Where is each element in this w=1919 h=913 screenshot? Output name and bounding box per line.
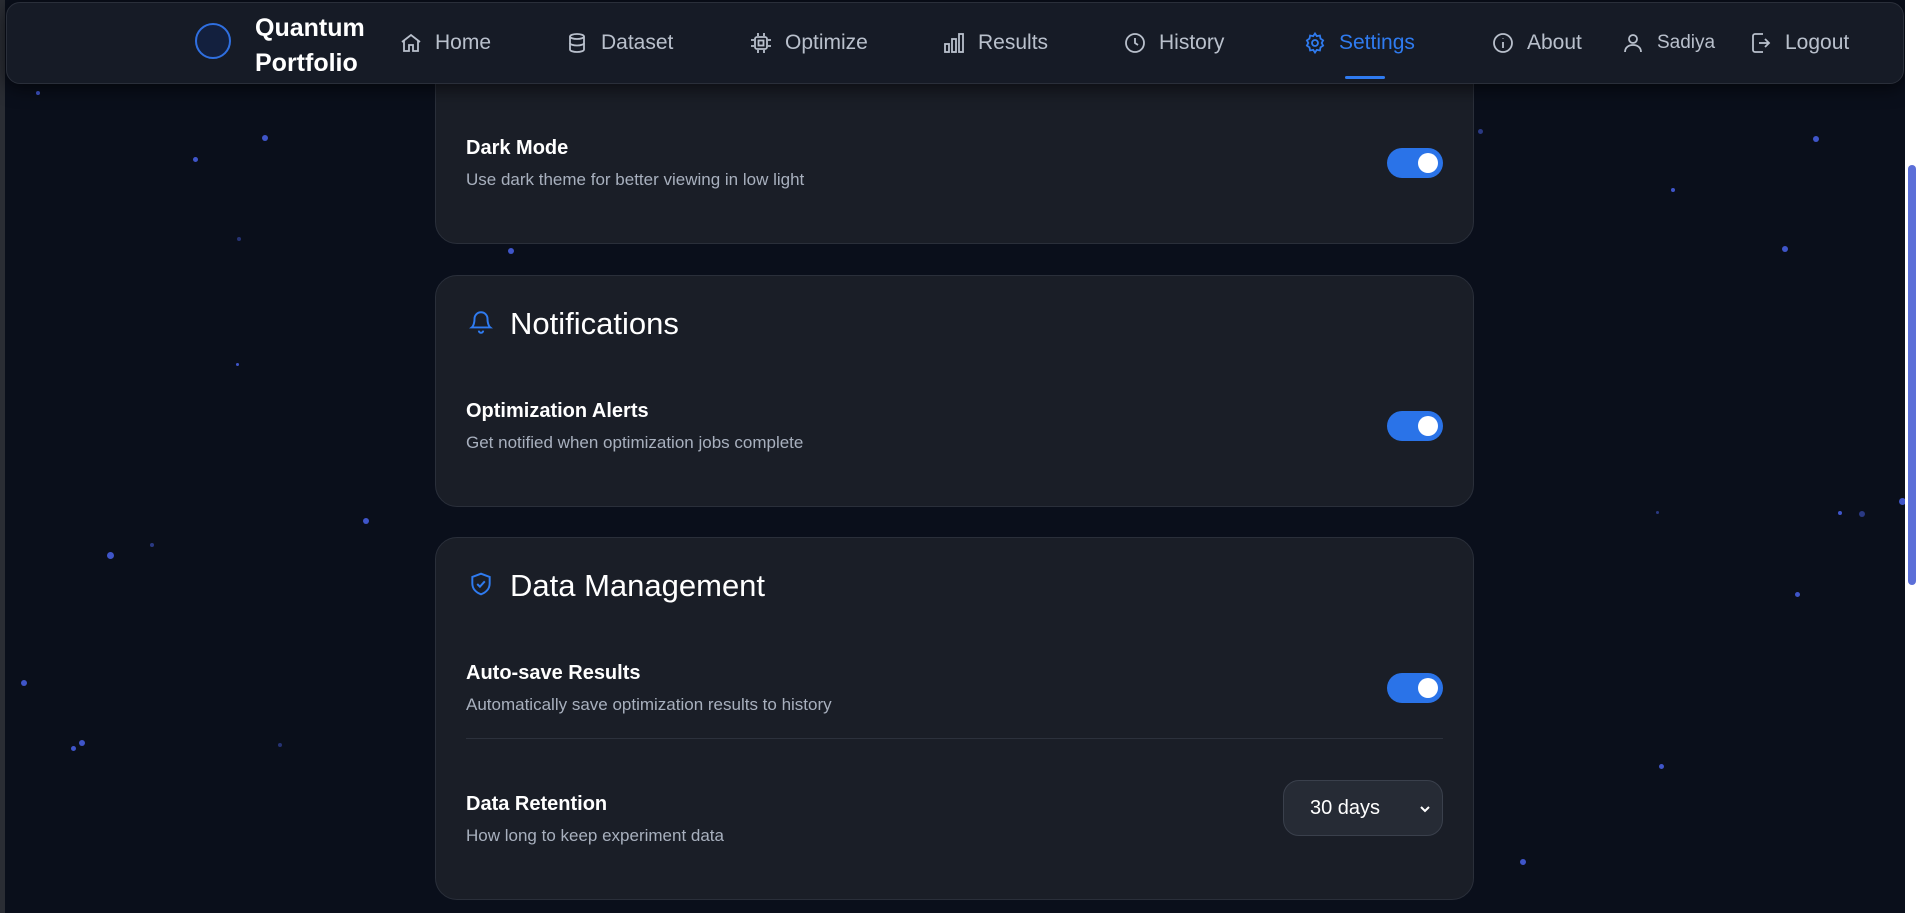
info-icon [1493,33,1513,53]
nav-logout-label: Logout [1785,31,1850,54]
nav-about[interactable]: About [1491,25,1582,61]
toggle-knob [1418,416,1438,436]
nav-dataset[interactable]: Dataset [565,25,673,61]
nav-results-label: Results [978,31,1049,54]
auto-save-toggle[interactable] [1387,673,1443,703]
data-retention-setting: Data Retention How long to keep experime… [466,780,1443,846]
nav-settings[interactable]: Settings [1303,25,1415,61]
nav-history-label: History [1159,31,1225,54]
nav-results[interactable]: Results [942,25,1048,61]
dark-mode-setting: Dark Mode Use dark theme for better view… [466,137,1443,190]
divider [466,738,1443,739]
brand-line-1: Quantum [255,14,365,42]
data-management-title: Data Management [510,568,766,603]
dark-mode-title: Dark Mode [466,137,569,159]
scrollbar-thumb[interactable] [1908,165,1916,585]
nav-dataset-label: Dataset [601,31,674,54]
dark-mode-toggle[interactable] [1387,148,1443,178]
toggle-knob [1418,153,1438,173]
data-retention-select[interactable]: 30 days [1283,780,1443,836]
notifications-header: Notifications [468,306,679,342]
auto-save-title: Auto-save Results [466,662,641,684]
nav-history[interactable]: History [1123,25,1224,61]
optimization-alerts-setting: Optimization Alerts Get notified when op… [466,400,1443,453]
bar-chart-icon [944,33,964,53]
data-management-card: Data Management Auto-save Results Automa… [435,537,1474,900]
nav-logout[interactable]: Logout [1749,25,1849,61]
active-tab-indicator [1345,76,1385,79]
page-scrollbar[interactable] [1905,0,1919,913]
auto-save-description: Automatically save optimization results … [466,695,832,714]
notifications-card: Notifications Optimization Alerts Get no… [435,275,1474,507]
nav-home-label: Home [435,31,492,54]
nav-user[interactable]: Sadiya [1621,25,1715,61]
logout-icon [1752,33,1771,53]
cpu-icon [751,33,771,53]
notifications-title: Notifications [510,306,679,341]
dark-mode-description: Use dark theme for better viewing in low… [466,170,805,189]
clock-icon [1125,33,1145,53]
nav-optimize[interactable]: Optimize [749,25,868,61]
gear-icon [1305,31,1325,55]
data-management-header: Data Management [468,568,765,604]
data-retention-value: 30 days [1310,796,1381,819]
shield-check-icon [468,571,494,602]
brand-line-2: Portfolio [255,49,358,77]
user-icon [1624,34,1642,53]
auto-save-setting: Auto-save Results Automatically save opt… [466,662,1443,715]
optimization-alerts-toggle[interactable] [1387,411,1443,441]
bell-icon [468,309,494,340]
nav-settings-label: Settings [1339,31,1415,54]
top-navbar: Quantum Portfolio Home Dataset Optimize … [6,2,1904,84]
nav-about-label: About [1527,31,1582,54]
chevron-down-icon [1420,806,1430,813]
brand-name[interactable]: Quantum Portfolio [255,11,365,81]
logo-icon[interactable] [195,23,231,59]
optimization-alerts-title: Optimization Alerts [466,400,649,422]
user-name: Sadiya [1657,32,1716,53]
nav-home[interactable]: Home [399,25,491,61]
home-icon [401,33,421,52]
database-icon [569,33,585,53]
window-border [0,0,5,913]
toggle-knob [1418,678,1438,698]
nav-optimize-label: Optimize [785,31,868,54]
optimization-alerts-description: Get notified when optimization jobs comp… [466,433,804,452]
